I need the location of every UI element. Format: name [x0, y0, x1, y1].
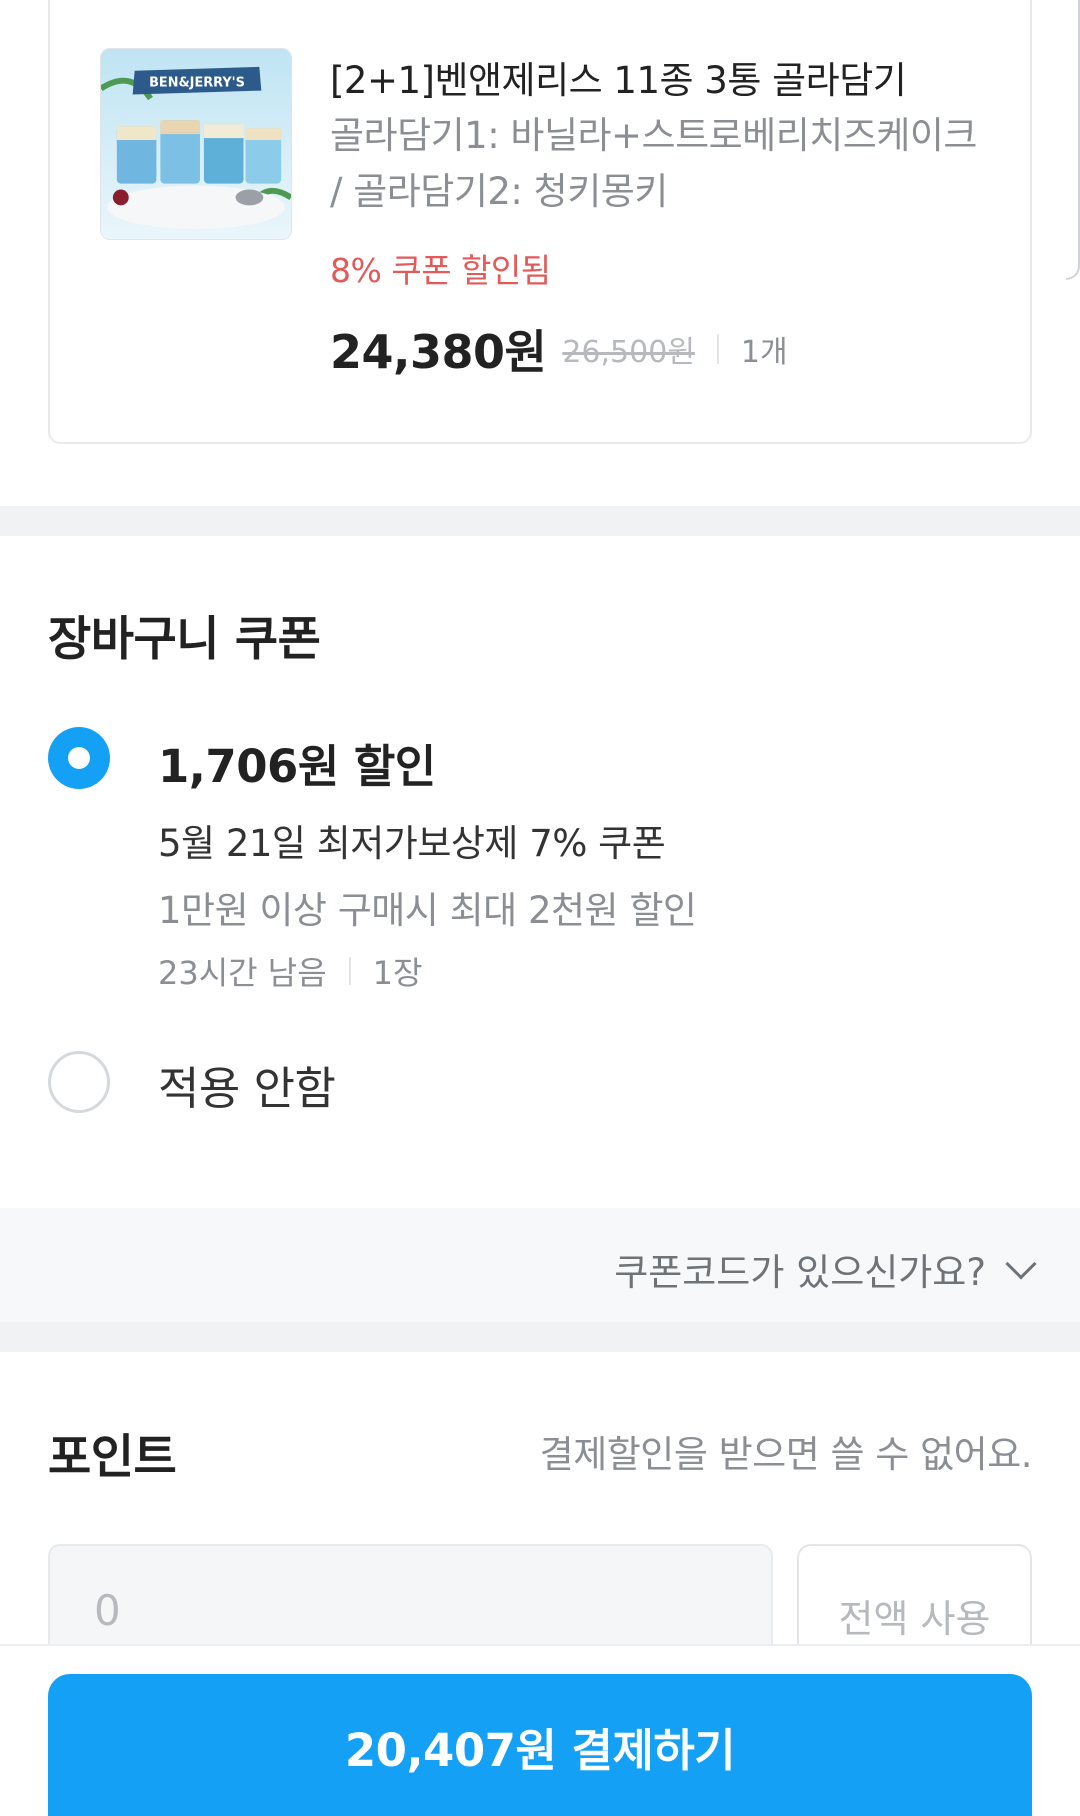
checkout-button[interactable]: 20,407원 결제하기 — [48, 1674, 1032, 1816]
product-image: BEN&JERRY'S — [100, 48, 292, 240]
product-option: 골라담기1: 바닐라+스트로베리치즈케이크 / 골라담기2: 청키몽키 — [330, 114, 977, 213]
coupon-code-bar[interactable]: 쿠폰코드가 있으신가요? — [0, 1208, 1080, 1322]
product-coupon-note: 8% 쿠폰 할인됨 — [330, 251, 551, 290]
checkout-page: BEN&JERRY'S [2+1]벤앤제리스 11종 3통 골라담기 골라담기1… — [0, 0, 1080, 1816]
divider — [716, 334, 719, 364]
brand-logo-text: BEN&JERRY'S — [149, 76, 245, 91]
product-name: [2+1]벤앤제리스 11종 3통 골라담기 — [330, 59, 907, 102]
points-note: 결제할인을 받으면 쓸 수 없어요. — [539, 1433, 1033, 1476]
product-original-price: 26,500원 — [562, 335, 695, 370]
coupon-name: 5월 21일 최저가보상제 7% 쿠폰 — [158, 822, 666, 865]
chevron-down-icon — [1005, 1248, 1037, 1280]
product-price-row: 24,380원 26,500원 1개 — [330, 316, 788, 382]
coupon-code-prompt[interactable]: 쿠폰코드가 있으신가요? — [614, 1242, 986, 1296]
coupon-code-toggle[interactable]: 쿠폰코드가 있으신가요? — [614, 1242, 1037, 1296]
coupon-radio-selected[interactable] — [48, 727, 110, 789]
section-divider — [0, 1322, 1080, 1352]
product-price: 24,380원 — [330, 325, 547, 379]
checkout-bar: 20,407원 결제하기 — [0, 1644, 1080, 1816]
cart-coupon-title: 장바구니 쿠폰 — [48, 612, 321, 667]
coupon-count: 1장 — [372, 954, 423, 992]
no-coupon-label[interactable]: 적용 안함 — [158, 1052, 336, 1117]
divider — [348, 957, 351, 985]
coupon-time-left: 23시간 남음 — [158, 954, 327, 992]
points-title: 포인트 — [48, 1430, 177, 1485]
section-divider — [0, 506, 1080, 536]
scroll-indicator — [1066, 0, 1080, 280]
product-card: BEN&JERRY'S [2+1]벤앤제리스 11종 3통 골라담기 골라담기1… — [48, 0, 1032, 444]
coupon-meta: 23시간 남음 1장 — [158, 948, 422, 994]
product-quantity: 1개 — [740, 335, 788, 370]
coupon-condition: 1만원 이상 구매시 최대 2천원 할인 — [158, 889, 697, 932]
no-coupon-radio[interactable] — [48, 1051, 110, 1113]
coupon-discount-amount[interactable]: 1,706원 할인 — [158, 730, 436, 795]
